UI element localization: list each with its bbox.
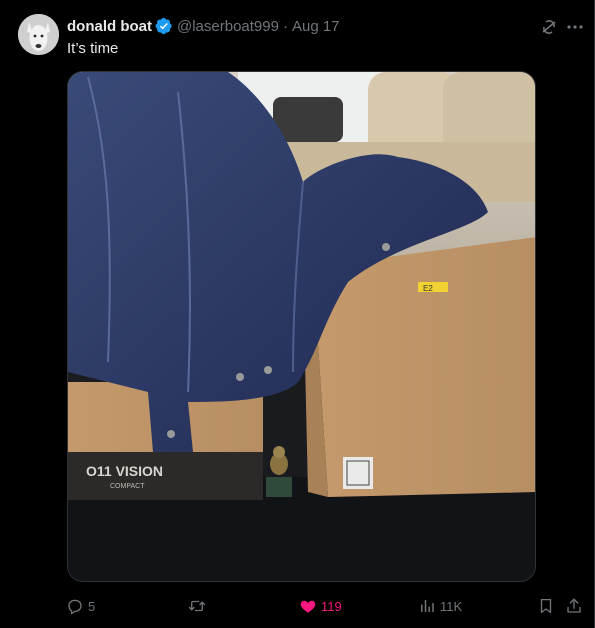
tweet-photo[interactable]: O11 VISION COMPACT E2 — [67, 71, 536, 582]
box-sub-text: COMPACT — [110, 483, 145, 490]
box-label-text: E2 — [423, 284, 433, 293]
share-icon — [567, 598, 581, 613]
like-button[interactable]: 119 — [299, 594, 342, 618]
reply-button[interactable]: 5 — [66, 594, 95, 618]
author-name[interactable]: donald boat — [67, 18, 152, 35]
views-button[interactable]: 11K — [418, 594, 462, 618]
author-handle[interactable]: @laserboat999 — [177, 18, 279, 35]
tweet-header: donald boat @laserboat999 · Aug 17 — [67, 15, 340, 37]
views-count: 11K — [440, 598, 463, 614]
tweet-actions: 5 119 11K — [60, 594, 595, 618]
grok-icon[interactable] — [539, 17, 559, 37]
bookmark-icon — [540, 598, 552, 614]
tweet-date[interactable]: Aug 17 — [292, 18, 340, 35]
more-icon[interactable] — [565, 17, 585, 37]
tweet-text: It’s time — [67, 40, 119, 57]
reply-count: 5 — [88, 598, 96, 614]
avatar[interactable] — [18, 14, 59, 55]
box-brand-text: O11 VISION — [86, 463, 163, 479]
tweet-card[interactable]: donald boat @laserboat999 · Aug 17 It’s … — [0, 0, 595, 628]
retweet-icon — [188, 600, 206, 612]
views-icon — [421, 600, 434, 612]
separator-dot: · — [282, 17, 288, 35]
reply-icon — [68, 599, 82, 615]
like-count: 119 — [321, 598, 342, 614]
heart-icon — [300, 600, 316, 613]
share-button[interactable] — [565, 594, 583, 618]
bookmark-button[interactable] — [537, 594, 555, 618]
retweet-button[interactable] — [188, 594, 210, 618]
verified-badge-icon — [155, 17, 173, 35]
